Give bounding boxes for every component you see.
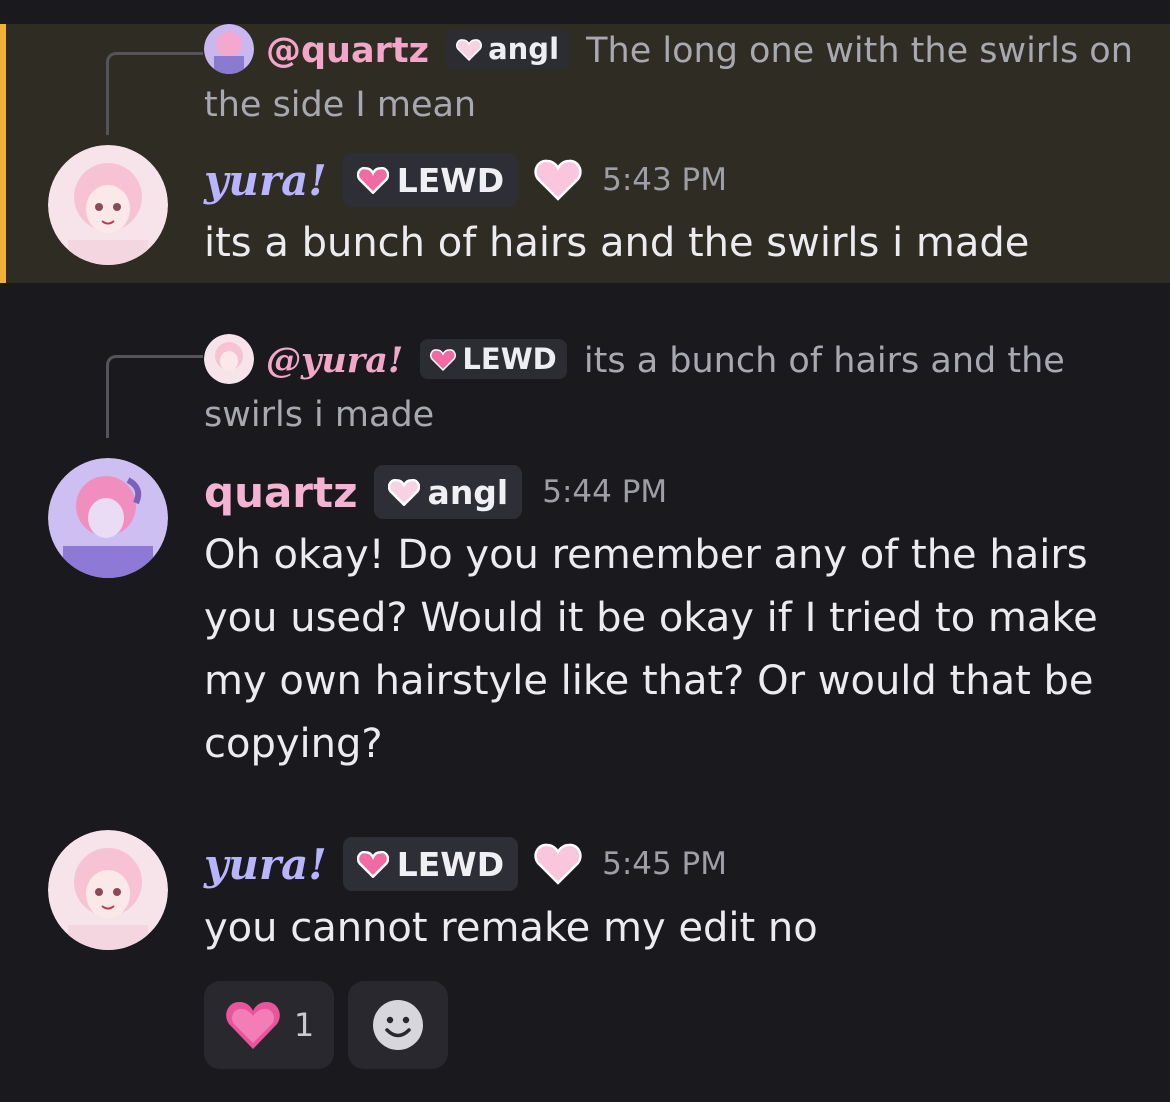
yura-avatar[interactable] [48,830,168,950]
heart-badge-icon [534,843,582,885]
message-text: Oh okay! Do you remember any of the hair… [204,532,1098,767]
sparkling-heart-icon [226,1001,280,1049]
message-header: yura! LEWD 5:43 PM [204,148,727,212]
timestamp: 5:45 PM [602,846,728,882]
reply-tag-label: LEWD [462,342,557,376]
pixel-heart-icon [456,39,483,61]
message-text: its a bunch of hairs and the swirls i ma… [204,220,1030,266]
timestamp: 5:44 PM [542,474,668,510]
reply-tag-label: angl [488,32,560,66]
message-header: quartz angl 5:44 PM [204,460,667,524]
role-tag-label: LEWD [396,844,505,884]
pixel-heart-icon [430,349,457,371]
pixel-heart-icon [356,166,389,194]
add-reaction-icon [373,1000,423,1050]
role-tag-label: angl [427,472,509,512]
reaction-count: 1 [293,1006,315,1044]
pixel-heart-icon [356,850,389,878]
role-tag[interactable]: LEWD [342,153,519,207]
heart-reaction[interactable]: 1 [204,981,334,1069]
reply-tag: LEWD [420,339,567,379]
reply-preview[interactable]: @yura! LEWD its a bunch of hairs and the… [204,334,1134,442]
author-name[interactable]: yura! [204,156,327,205]
reply-preview[interactable]: @quartz angl The long one with the swirl… [204,24,1134,132]
reply-mention[interactable]: @yura! [266,340,403,381]
role-tag[interactable]: angl [373,465,523,519]
reply-connector [106,355,203,438]
yura-avatar[interactable] [48,145,168,265]
role-tag[interactable]: LEWD [342,837,519,891]
pixel-heart-icon [387,478,420,506]
yura-mini-avatar [204,334,254,384]
mention-highlight-bar [0,24,6,283]
quartz-avatar[interactable] [48,458,168,578]
role-tag-label: LEWD [396,160,505,200]
quartz-mini-avatar [204,24,254,74]
reply-connector [106,52,203,135]
reply-tag: angl [446,29,570,69]
author-name[interactable]: yura! [204,840,327,889]
add-reaction-button[interactable] [348,981,448,1069]
reply-mention[interactable]: @quartz [266,31,429,71]
message-header: yura! LEWD 5:45 PM [204,832,727,896]
timestamp: 5:43 PM [602,162,728,198]
message-text: you cannot remake my edit no [204,905,818,951]
author-name[interactable]: quartz [204,468,358,517]
heart-badge-icon [534,159,582,201]
